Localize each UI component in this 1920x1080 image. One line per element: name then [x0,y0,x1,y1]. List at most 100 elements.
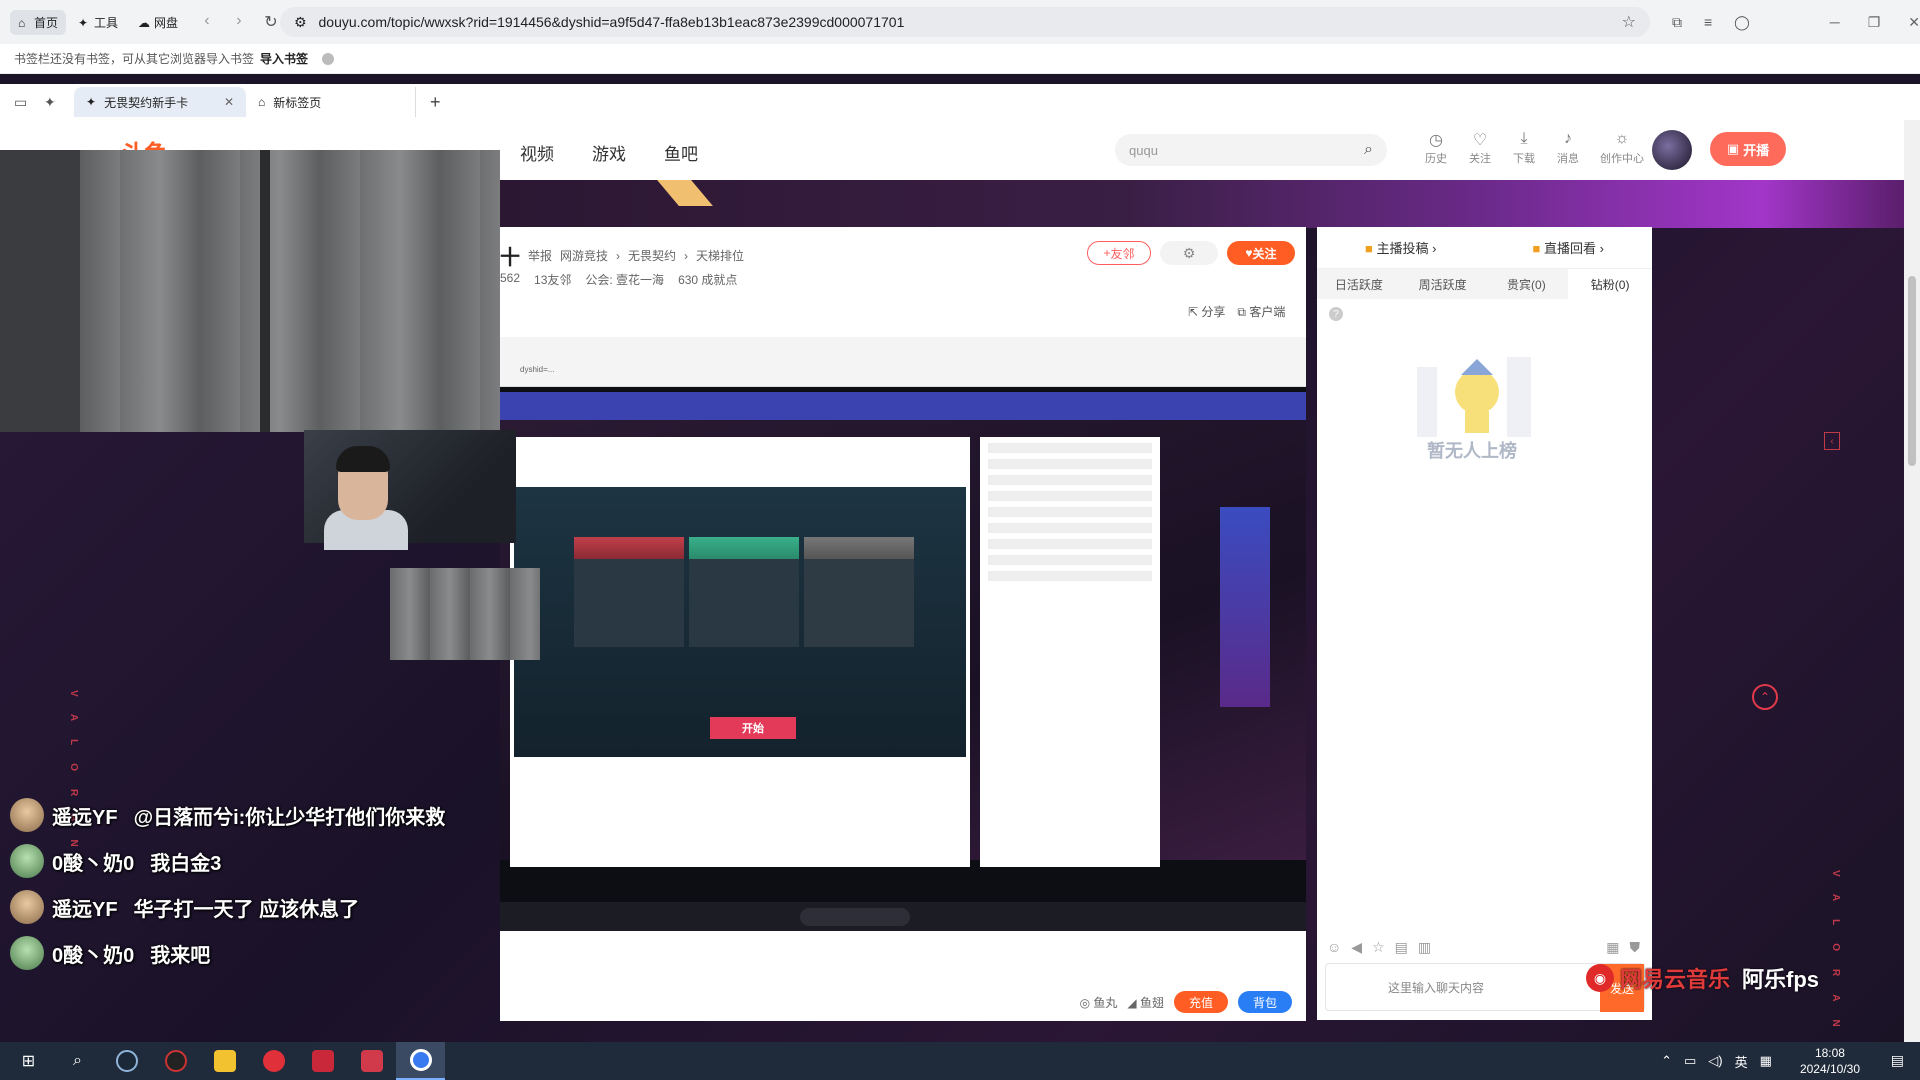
address-bar[interactable]: ⚙ douyu.com/topic/wwxsk?rid=1914456&dysh… [279,7,1650,37]
broadcast-icon[interactable]: ◀ [1351,939,1362,956]
forward-icon[interactable]: › [230,12,248,32]
stream-video[interactable]: dyshid=... 开始 [500,337,1306,931]
wechat-app-icon[interactable] [200,1042,249,1080]
share-button[interactable]: ⇱ 分享 [1188,303,1225,320]
help-icon[interactable]: ? [1329,307,1343,321]
download-button[interactable]: ⤓ 下载 [1512,130,1536,166]
site-search-input[interactable]: ququ ⌕ [1115,134,1387,166]
page-scrollbar[interactable] [1904,120,1920,1042]
tab-valorant-card[interactable]: ✦ 无畏契约新手卡 ✕ [74,87,246,117]
captured-chat-panel [980,437,1160,867]
browser-icon[interactable] [151,1042,200,1080]
settings-gear-button[interactable]: ⚙ [1160,241,1218,265]
shield-icon[interactable]: ⛊ [1630,939,1641,956]
danmaku-line: 遥远YF 华子打一天了 应该休息了 [10,884,610,930]
creator-center-button[interactable]: ☼ 创作中心 [1600,130,1644,166]
ime-indicator[interactable]: 英 [1735,1052,1748,1071]
import-bookmarks-link[interactable]: 导入书签 [260,50,308,67]
keyboard-icon[interactable]: ▦ [1760,1053,1772,1069]
camera-icon: ▣ [1726,141,1740,156]
filter-icon[interactable]: ▦ [1606,939,1619,956]
go-live-button[interactable]: ▣ 开播 [1710,132,1786,166]
netease-app-icon[interactable] [249,1042,298,1080]
collapse-arrow-icon[interactable]: ‹ [1824,432,1840,450]
back-icon[interactable]: ‹ [198,12,216,32]
room-title: 十 [500,247,520,269]
scroll-top-icon[interactable]: ⌃ [1752,684,1778,710]
guild-info[interactable]: 公会: 壹花一海 [585,271,664,288]
start-icon[interactable]: ⊞ [4,1042,53,1080]
taskbar-clock[interactable]: 18:08 2024/10/30 [1800,1045,1860,1077]
user-avatar[interactable] [1652,130,1692,170]
breadcrumb-mode[interactable]: 天梯排位 [696,247,744,264]
minimize-icon[interactable]: ─ [1830,14,1840,31]
noble-icon[interactable]: ▥ [1418,939,1431,956]
search-icon[interactable]: ⌕ [53,1042,102,1080]
emoji-icon[interactable]: ☺ [1327,939,1341,956]
notification-icon[interactable]: ▤ [1891,1052,1904,1069]
quick-link-tools[interactable]: ✦ 工具 [70,10,126,35]
rank-panel: ■ 主播投稿 › ■ 直播回看 › 日活跃度 周活跃度 贵宾(0) 钻粉(0) … [1317,227,1652,1020]
bookmark-star-icon[interactable]: ☆ [1622,12,1636,32]
site-nav: 视频 游戏 鱼吧 [520,140,698,165]
reading-list-icon[interactable]: ≡ [1704,14,1712,31]
close-tab-icon[interactable]: ✕ [224,95,234,109]
valorant-app-icon[interactable] [298,1042,347,1080]
tab-diamond-fans[interactable]: 钻粉(0) [1568,269,1652,299]
network-icon[interactable]: ▭ [1684,1053,1696,1069]
messages-button[interactable]: ♪ 消息 [1556,130,1580,166]
breadcrumb-category[interactable]: 网游竞技 [560,247,608,264]
tab-vip[interactable]: 贵宾(0) [1485,269,1569,299]
replay-link[interactable]: ■ 直播回看 › [1533,238,1604,257]
tab-weekly-activity[interactable]: 周活跃度 [1401,269,1485,299]
captured-taskbar-search [800,908,910,926]
client-button[interactable]: ⧉ 客户端 [1237,303,1285,320]
riot-app-icon[interactable] [347,1042,396,1080]
tray-expand-icon[interactable]: ⌃ [1661,1053,1672,1069]
quick-link-home[interactable]: ⌂ 首页 [10,9,67,35]
streamer-posts-link[interactable]: ■ 主播投稿 › [1365,238,1436,257]
bookmarks-hint: 书签栏还没有书签，可从其它浏览器导入书签 [14,52,255,66]
friends-count[interactable]: 13友邻 [534,271,571,288]
volume-icon[interactable]: ◁) [1708,1053,1722,1069]
add-friend-button[interactable]: + 友邻 [1087,241,1151,265]
search-icon[interactable]: ⌕ [1364,141,1373,159]
posts-icon: ■ [1365,241,1373,256]
chat-input[interactable]: 这里输入聊天内容 [1388,979,1484,996]
fans-icon[interactable]: ▤ [1395,939,1408,956]
nav-fishbar[interactable]: 鱼吧 [664,140,698,165]
profile-icon[interactable]: ◯ [1734,14,1750,31]
dismiss-icon[interactable] [322,52,335,65]
rank-panel-links: ■ 主播投稿 › ■ 直播回看 › [1317,227,1652,269]
close-window-icon[interactable]: ✕ [1908,14,1920,31]
tab-daily-activity[interactable]: 日活跃度 [1317,269,1401,299]
restore-icon[interactable]: ❐ [1868,14,1881,31]
badge-icon[interactable]: ☆ [1372,939,1385,956]
nav-games[interactable]: 游戏 [592,140,626,165]
nav-video[interactable]: 视频 [520,140,554,165]
history-button[interactable]: ◷ 历史 [1424,130,1448,166]
extensions-icon[interactable]: ⧉ [1672,14,1682,31]
report-link[interactable]: 举报 [528,247,552,264]
tab-new-tab[interactable]: ⌂ 新标签页 [246,87,416,117]
lobby-start-button: 开始 [710,717,796,739]
danmaku-line: 0酸丶奶0 我来吧 [10,930,610,976]
recharge-button[interactable]: 充值 [1174,991,1228,1013]
site-info-icon[interactable]: ⚙ [294,14,307,31]
window-controls: ─ ❐ ✕ [1830,14,1920,31]
follow-button[interactable]: ♥ 关注 [1227,241,1295,265]
rank-tabs: 日活跃度 周活跃度 贵宾(0) 钻粉(0) [1317,269,1652,299]
scroll-thumb[interactable] [1908,276,1916,466]
captured-url: dyshid=... [520,365,555,374]
active-app-icon[interactable] [396,1042,445,1080]
nav-buttons: ‹ › ↻ [198,12,280,32]
tab-panel-icon[interactable]: ▭ [14,94,44,111]
breadcrumb-game[interactable]: 无畏契约 [628,247,676,264]
follow-list-button[interactable]: ♡ 关注 [1468,130,1492,166]
steam-icon[interactable] [102,1042,151,1080]
taskbar-apps: ⊞ ⌕ [0,1042,445,1080]
quick-link-cloud[interactable]: ☁ 网盘 [130,10,186,35]
bag-button[interactable]: 背包 [1238,991,1292,1013]
reload-icon[interactable]: ↻ [262,12,280,32]
new-tab-plus-icon[interactable]: + [430,92,441,113]
